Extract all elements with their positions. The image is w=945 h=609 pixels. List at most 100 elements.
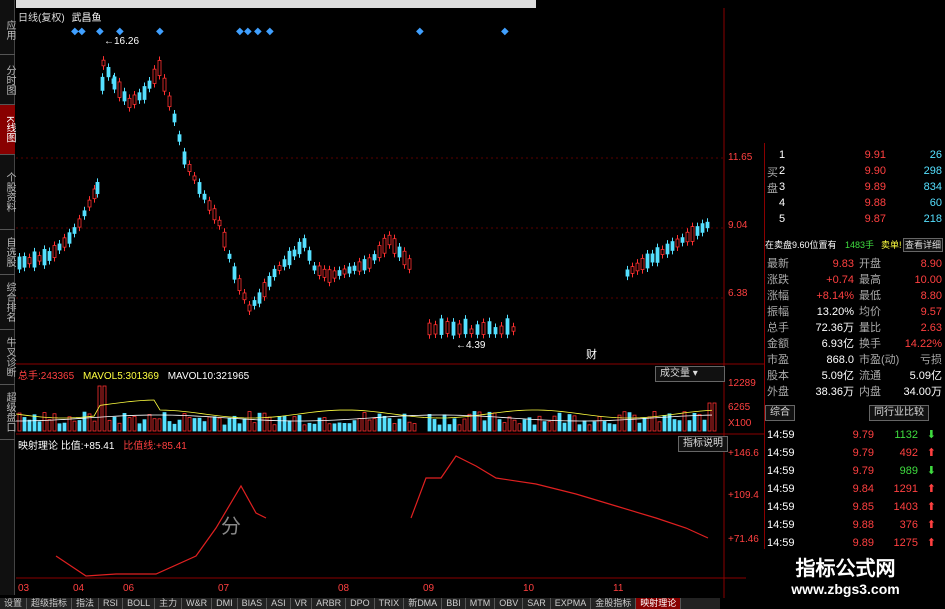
- candle: [312, 265, 317, 271]
- candle: [377, 245, 382, 258]
- price-axis-label: 9.04: [728, 220, 748, 231]
- candle: [202, 193, 207, 200]
- indicator-help-button[interactable]: 指标说明: [678, 436, 728, 452]
- sidebar-tab-3[interactable]: 个股资料: [0, 155, 15, 230]
- indicator-tab[interactable]: BBI: [442, 598, 466, 609]
- candle: [247, 304, 252, 312]
- indicator-tab[interactable]: SAR: [523, 598, 551, 609]
- volume-bar: [382, 415, 387, 432]
- volume-bar: [677, 420, 682, 432]
- candle: [297, 241, 302, 255]
- quote-row: 振幅 13.20% 均价 9.57: [767, 306, 942, 318]
- indicator-tab[interactable]: OBV: [495, 598, 524, 609]
- indicator-tab[interactable]: 超级指标: [27, 598, 73, 609]
- indicator-tab[interactable]: 映射理论: [636, 598, 682, 609]
- candle: [700, 223, 705, 233]
- volume-bar: [272, 424, 277, 432]
- tick-row: 14:59 9.84 1291 ⬆: [767, 483, 936, 495]
- volume-indicator-dropdown[interactable]: 成交量 ▾: [655, 366, 725, 382]
- candle: [680, 237, 685, 243]
- quote-row: 外盘 38.36万 内盘 34.00万: [767, 386, 942, 398]
- volume-bar: [592, 421, 597, 432]
- sidebar-tab-7[interactable]: 超级盘口: [0, 385, 15, 440]
- candle: [332, 270, 337, 279]
- indicator-header: 映射理论 比值:+85.41 比值线:+85.41: [18, 441, 187, 452]
- indicator-tabs: 设置 超级指标 指法 RSI BOLL 主力 W&R DMI BIAS ASI VR ARBR DPO T…: [0, 598, 720, 609]
- tab-industry-compare[interactable]: 同行业比较: [869, 405, 929, 421]
- indicator-tab[interactable]: ARBR: [312, 598, 347, 609]
- indicator-tab[interactable]: BOLL: [123, 598, 156, 609]
- candle: [665, 243, 670, 255]
- candle: [451, 321, 456, 336]
- candle: [445, 321, 450, 334]
- sidebar-tab-4[interactable]: 自选股: [0, 230, 15, 275]
- candle: [237, 278, 242, 292]
- candle: [77, 218, 82, 228]
- volume-bar: [262, 412, 267, 432]
- candle: [37, 255, 42, 262]
- month-label: 11: [613, 583, 624, 594]
- volume-bar: [287, 420, 292, 432]
- sidebar-tab-0[interactable]: 应用: [0, 5, 15, 55]
- event-marker-icon: ◆: [244, 26, 252, 37]
- candle: [457, 323, 462, 335]
- candle: [392, 238, 397, 254]
- volume-bar: [197, 417, 202, 432]
- orderbook-row: 1 9.91 26: [779, 149, 942, 161]
- volume-bar: [247, 411, 252, 432]
- indicator-tab[interactable]: VR: [291, 598, 313, 609]
- volume-bar: [432, 419, 437, 432]
- quote-row: 金额 6.93亿 换手 14.22%: [767, 338, 942, 350]
- indicator-tab[interactable]: MTM: [466, 598, 496, 609]
- chart-canvas[interactable]: 11.65 9.04 6.38 12289 6265 X100 +146.6 +109.4 +7…: [16, 8, 764, 598]
- indicator-tab[interactable]: 主力: [155, 598, 183, 609]
- volume-bar: [522, 419, 527, 432]
- indicator-tab[interactable]: 新DMA: [404, 598, 443, 609]
- candle: [122, 91, 127, 102]
- candle: [292, 249, 297, 257]
- volume-bar: [127, 417, 132, 432]
- volume-bar: [542, 421, 547, 432]
- indicator-tab[interactable]: W&R: [182, 598, 213, 609]
- candle: [172, 113, 177, 123]
- tab-overview[interactable]: 综合: [765, 405, 795, 421]
- volume-bar: [482, 420, 487, 432]
- left-sidebar: 应用 分时图 K线图 个股资料 自选股 综合排名 牛叉诊断 超级盘口: [0, 0, 15, 595]
- candle: [137, 92, 142, 101]
- candle: [267, 275, 272, 287]
- view-detail-button[interactable]: 查看详细: [902, 238, 943, 252]
- indicator-tab[interactable]: 设置: [0, 598, 28, 609]
- candle: [317, 265, 322, 276]
- indicator-tab[interactable]: EXPMA: [551, 598, 592, 609]
- indicator-tab[interactable]: TRIX: [375, 598, 405, 609]
- indicator-tab[interactable]: 金股指标: [591, 598, 637, 609]
- candle: [327, 269, 332, 283]
- candle: [52, 245, 57, 258]
- volume-bar: [572, 415, 577, 432]
- volume-bar: [132, 416, 137, 432]
- sidebar-tab-2[interactable]: K线图: [0, 105, 15, 155]
- volume-bar: [92, 420, 97, 432]
- volume-bar: [192, 418, 197, 432]
- candle: [690, 226, 695, 242]
- volume-bar: [457, 424, 462, 432]
- indicator-tab[interactable]: 指法: [72, 598, 100, 609]
- volume-bar: [147, 414, 152, 432]
- sidebar-tab-5[interactable]: 综合排名: [0, 275, 15, 330]
- tick-row: 14:59 9.79 1132 ⬇: [767, 429, 936, 441]
- candle: [67, 232, 72, 244]
- sidebar-tab-6[interactable]: 牛叉诊断: [0, 330, 15, 385]
- indicator-tab[interactable]: ASI: [267, 598, 291, 609]
- indicator-tab[interactable]: DPO: [346, 598, 375, 609]
- sidebar-tab-1[interactable]: 分时图: [0, 55, 15, 105]
- indicator-tab[interactable]: DMI: [212, 598, 238, 609]
- volume-bar: [392, 423, 397, 432]
- candle: [100, 76, 105, 91]
- quote-panel: 买盘 1 9.91 26 2 9.90 298 3 9.89 834 4 9.88 60 5 9.87 218…: [764, 143, 945, 573]
- candle: [493, 327, 498, 335]
- indicator-tab[interactable]: RSI: [99, 598, 124, 609]
- candle: [242, 292, 247, 301]
- candle: [87, 199, 92, 208]
- indicator-tab[interactable]: BIAS: [238, 598, 268, 609]
- volume-bar: [512, 419, 517, 432]
